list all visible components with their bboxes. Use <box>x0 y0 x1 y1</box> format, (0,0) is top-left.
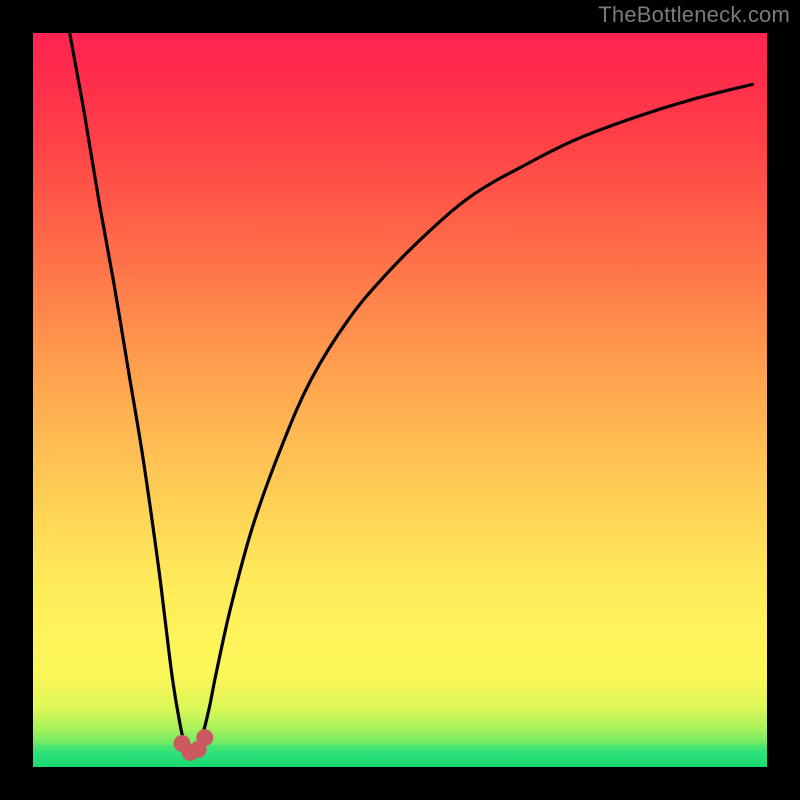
chart-plot-area <box>33 33 767 767</box>
bottleneck-curve <box>70 33 753 754</box>
chart-svg <box>33 33 767 767</box>
curve-minimum-markers <box>174 729 214 761</box>
watermark-text: TheBottleneck.com <box>598 2 790 28</box>
curve-marker <box>196 729 213 746</box>
